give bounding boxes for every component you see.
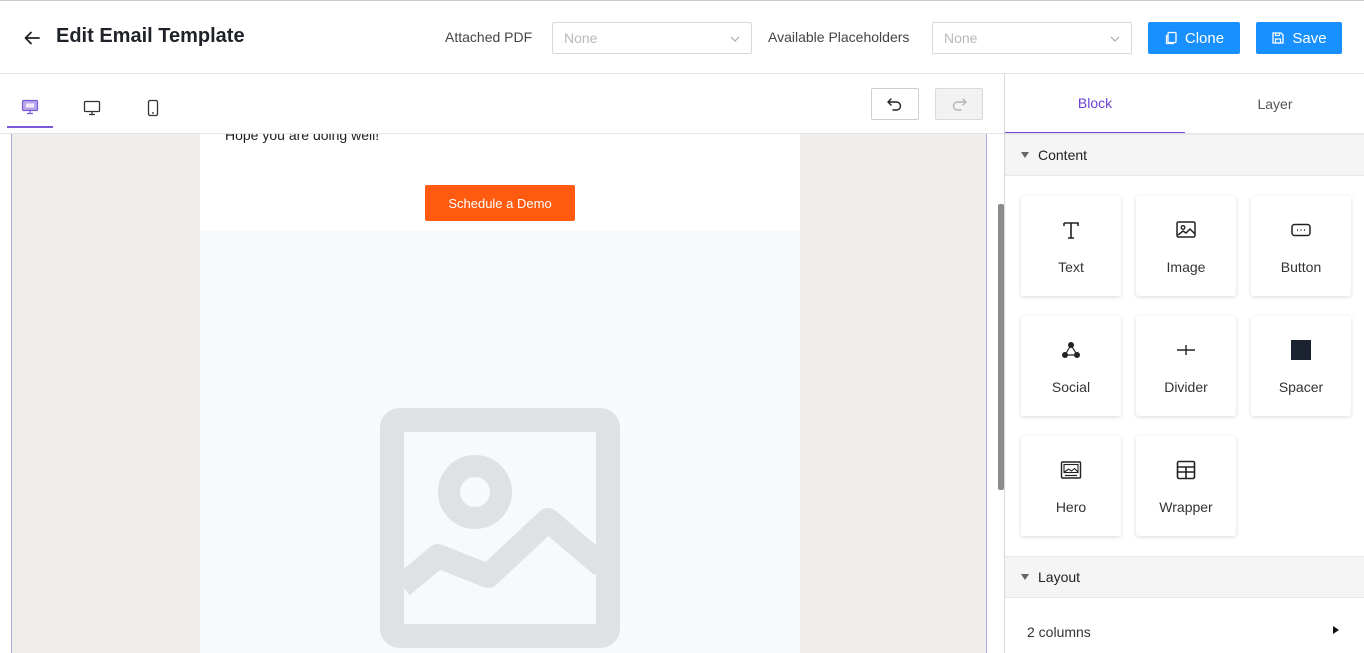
back-arrow-icon[interactable]: [22, 28, 42, 48]
block-social[interactable]: Social: [1021, 316, 1121, 416]
spacer-icon: [1291, 340, 1311, 360]
block-button[interactable]: Button: [1251, 196, 1351, 296]
block-text-label: Text: [1058, 259, 1084, 275]
attached-pdf-select[interactable]: None: [552, 22, 752, 54]
page-title: Edit Email Template: [56, 25, 245, 47]
block-text[interactable]: Text: [1021, 196, 1121, 296]
image-icon: [1176, 221, 1196, 238]
block-hero-label: Hero: [1055, 499, 1087, 515]
block-wrapper-label: Wrapper: [1159, 499, 1213, 515]
caret-down-icon: [1021, 574, 1029, 580]
tab-desktop-edit[interactable]: [7, 88, 53, 128]
block-spacer[interactable]: Spacer: [1251, 316, 1351, 416]
button-icon: [1291, 223, 1311, 237]
attached-pdf-label: Attached PDF: [445, 29, 533, 45]
placeholders-select[interactable]: None: [932, 22, 1132, 54]
social-icon: [1062, 342, 1080, 358]
top-bar: Edit Email Template Attached PDF None Av…: [0, 0, 1364, 74]
block-divider-label: Divider: [1164, 379, 1208, 395]
email-canvas[interactable]: Hope you are doing well! Schedule a Demo: [11, 134, 987, 653]
content-section-header[interactable]: Content: [1005, 134, 1364, 176]
placeholders-label: Available Placeholders: [768, 29, 910, 45]
clone-label: Clone: [1184, 29, 1225, 47]
editor-toolbar: [0, 74, 1004, 134]
chevron-down-icon: [1110, 36, 1120, 42]
editor-pane: Hope you are doing well! Schedule a Demo: [0, 74, 1005, 653]
image-placeholder-icon: [380, 408, 620, 648]
text-icon: [1063, 222, 1079, 239]
email-image-block[interactable]: [200, 231, 800, 653]
block-divider[interactable]: Divider: [1136, 316, 1236, 416]
email-body-section[interactable]: Hope you are doing well! Schedule a Demo: [200, 134, 800, 231]
redo-button[interactable]: [935, 88, 983, 120]
block-hero[interactable]: Hero: [1021, 436, 1121, 536]
divider-icon: [1177, 345, 1195, 355]
save-icon: [1272, 32, 1285, 44]
block-image[interactable]: Image: [1136, 196, 1236, 296]
tab-block[interactable]: Block: [1005, 74, 1185, 134]
block-button-label: Button: [1280, 259, 1322, 275]
caret-right-icon: [1333, 626, 1339, 634]
undo-button[interactable]: [871, 88, 919, 120]
hero-icon: [1060, 461, 1082, 479]
layout-two-columns[interactable]: 2 columns: [1005, 598, 1364, 648]
canvas-scrollbar[interactable]: [998, 204, 1004, 490]
block-image-label: Image: [1166, 259, 1206, 275]
block-spacer-label: Spacer: [1278, 379, 1324, 395]
undo-icon: [887, 98, 902, 111]
attached-pdf-value: None: [564, 30, 598, 46]
content-section-title: Content: [1038, 147, 1088, 163]
tab-desktop[interactable]: [69, 88, 115, 128]
wrapper-icon: [1176, 460, 1196, 480]
clone-button[interactable]: Clone: [1148, 22, 1240, 54]
tab-layer[interactable]: Layer: [1185, 74, 1364, 134]
blocks-panel: Block Layer Content Text Image Button So…: [1005, 74, 1364, 653]
layout-two-columns-label: 2 columns: [1027, 624, 1091, 640]
mobile-icon: [147, 99, 159, 117]
block-social-label: Social: [1051, 379, 1091, 395]
block-wrapper[interactable]: Wrapper: [1136, 436, 1236, 536]
schedule-demo-button[interactable]: Schedule a Demo: [425, 185, 575, 221]
layout-section-header[interactable]: Layout: [1005, 556, 1364, 598]
email-greeting-text[interactable]: Hope you are doing well!: [225, 134, 379, 143]
save-button[interactable]: Save: [1256, 22, 1342, 54]
chevron-down-icon: [730, 36, 740, 42]
redo-icon: [952, 98, 967, 111]
caret-down-icon: [1021, 152, 1029, 158]
layout-section-title: Layout: [1038, 569, 1081, 585]
tab-mobile[interactable]: [130, 88, 176, 128]
placeholders-value: None: [944, 30, 978, 46]
desktop-edit-icon: [21, 99, 39, 115]
desktop-icon: [83, 100, 101, 116]
copy-icon: [1165, 31, 1177, 45]
save-label: Save: [1292, 29, 1327, 47]
